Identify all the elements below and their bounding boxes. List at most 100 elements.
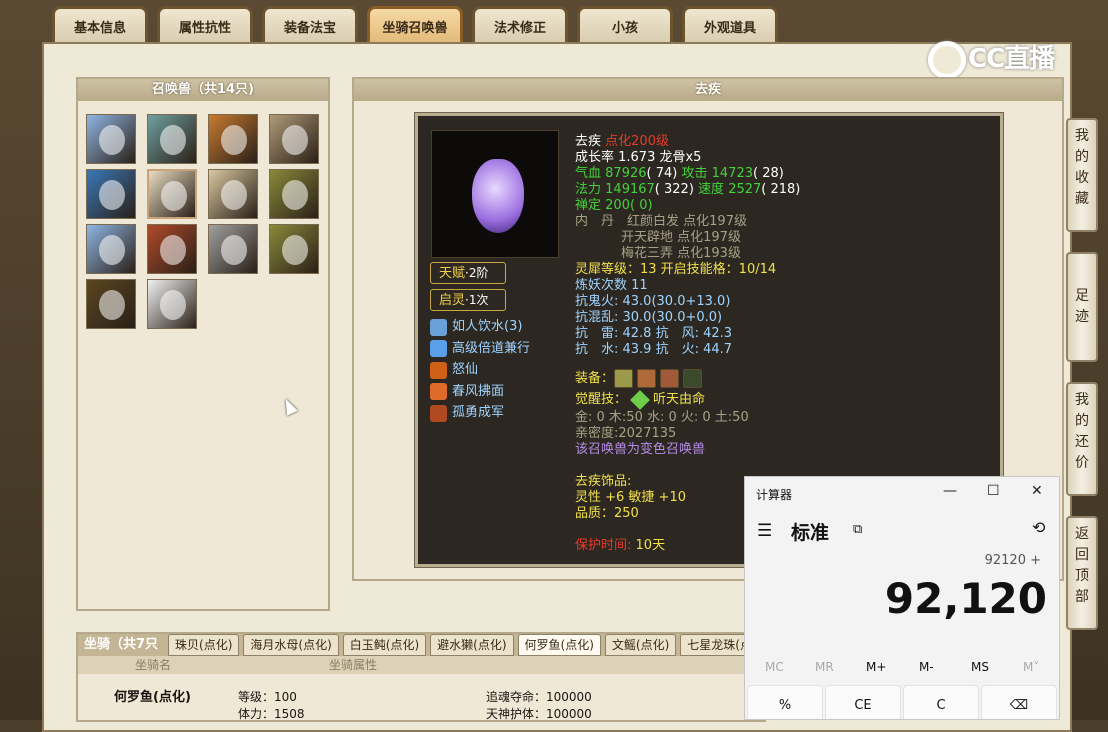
summon-avatar[interactable]: [269, 224, 319, 274]
tab-spell-correction[interactable]: 法术修正: [472, 6, 568, 44]
backspace-button[interactable]: ⌫: [981, 685, 1057, 719]
ce-button[interactable]: CE: [825, 685, 901, 719]
tab-basic-info[interactable]: 基本信息: [52, 6, 148, 44]
close-icon[interactable]: ✕: [1031, 483, 1043, 499]
m-minus-button[interactable]: M-: [919, 660, 934, 674]
skill-item[interactable]: 孤勇成军: [430, 403, 580, 423]
equip-label: 装备：: [575, 371, 615, 386]
top-tabs: 基本信息 属性抗性 装备法宝 坐骑召唤兽 法术修正 小孩 外观道具: [52, 6, 787, 46]
side-char: 回: [1075, 547, 1089, 563]
neidan-label: 内 丹: [575, 214, 615, 229]
mr-button[interactable]: MR: [815, 660, 834, 674]
equipment-slot-icon[interactable]: [614, 369, 634, 388]
mount-tab[interactable]: 文鳐(点化): [604, 634, 677, 656]
history-icon[interactable]: ⟲: [1032, 518, 1045, 537]
skill-item[interactable]: 怒仙: [430, 360, 580, 380]
mount-tab[interactable]: 避水獭(点化): [430, 634, 514, 656]
atk-value: 14723: [711, 166, 753, 181]
watermark-text: CC直播: [968, 44, 1055, 74]
summon-portrait-icon: [221, 180, 247, 210]
col-mount-name: 坐骑名: [134, 658, 171, 672]
side-char: 顶: [1075, 568, 1089, 584]
mount-tab[interactable]: 珠贝(点化): [168, 634, 240, 656]
mount-tab[interactable]: 白玉鲀(点化): [342, 634, 427, 656]
tab-equipment[interactable]: 装备法宝: [262, 6, 358, 44]
summon-portrait-icon: [221, 235, 247, 265]
talent-label: 天赋: [439, 266, 466, 281]
side-button-back-to-top[interactable]: 返回顶部: [1066, 516, 1098, 630]
mc-button[interactable]: MC: [765, 660, 784, 674]
mount-grade: 等级：100: [238, 690, 297, 704]
summon-level: 点化200级: [605, 134, 669, 149]
calculator-display: 92,120: [884, 574, 1047, 623]
tab-mounts-summons[interactable]: 坐骑召唤兽: [367, 6, 463, 44]
spd-value: 2527: [728, 182, 762, 197]
variant-note: 该召唤兽为变色召唤兽: [575, 442, 706, 457]
mount-table-header: 坐骑名 坐骑属性: [78, 656, 764, 674]
summon-avatar[interactable]: [86, 114, 136, 164]
col-mount-attr: 坐骑属性: [328, 658, 377, 672]
m-plus-button[interactable]: M+: [866, 660, 886, 674]
memory-list-button[interactable]: M˅: [1023, 660, 1039, 674]
resist-ghost-fire: 抗鬼火: 43.0(30.0+13.0): [575, 294, 731, 309]
side-char: 的: [1075, 413, 1089, 429]
mount-attr-1: 追魂夺命：100000: [486, 690, 592, 704]
speed-icon: [430, 340, 447, 357]
minimize-icon[interactable]: —: [943, 483, 957, 499]
awaken-skill: 听天由命: [653, 392, 706, 407]
protect-value: 10天: [635, 538, 666, 553]
awaken-value: ·1次: [465, 293, 489, 307]
summon-avatar[interactable]: [147, 114, 197, 164]
summon-avatar[interactable]: [269, 114, 319, 164]
summon-avatar[interactable]: [147, 169, 197, 219]
summon-portrait-icon: [282, 125, 308, 155]
tab-attributes[interactable]: 属性抗性: [157, 6, 253, 44]
summon-portrait-icon: [99, 290, 125, 320]
keep-on-top-icon[interactable]: ⧉: [853, 522, 862, 537]
summon-avatar[interactable]: [86, 169, 136, 219]
summon-avatar[interactable]: [208, 114, 258, 164]
awaken-badge[interactable]: 启灵·1次: [430, 289, 506, 311]
summon-list-panel: 召唤兽（共14只): [76, 77, 330, 611]
mount-tab[interactable]: 海月水母(点化): [243, 634, 339, 656]
side-button-footprint[interactable]: 足迹: [1066, 252, 1098, 362]
summon-avatar[interactable]: [147, 279, 197, 329]
summon-avatar[interactable]: [208, 224, 258, 274]
talent-badge[interactable]: 天赋·2阶: [430, 262, 506, 284]
maximize-icon[interactable]: ☐: [987, 483, 1000, 499]
neidan-1: 红颜白发 点化197级: [627, 214, 747, 229]
lianyao-count: 炼妖次数 11: [575, 278, 648, 293]
equipment-slot-icon[interactable]: [637, 369, 657, 388]
summon-avatar[interactable]: [269, 169, 319, 219]
summon-portrait-icon: [282, 180, 308, 210]
skill-name: 孤勇成军: [452, 405, 505, 420]
tab-appearance[interactable]: 外观道具: [682, 6, 778, 44]
skill-item[interactable]: 春风拂面: [430, 382, 580, 402]
summon-portrait-icon: [160, 125, 186, 155]
skill-item[interactable]: 如人饮水(3): [430, 317, 580, 337]
warrior-icon: [430, 404, 447, 422]
summon-avatar[interactable]: [208, 169, 258, 219]
resist-water-fire: 抗 水: 43.9 抗 火: 44.7: [575, 342, 733, 357]
mount-tab-active[interactable]: 何罗鱼(点化): [517, 634, 601, 656]
side-button-bargain[interactable]: 我的还价: [1066, 382, 1098, 496]
summon-avatar[interactable]: [86, 224, 136, 274]
summon-list-title: 召唤兽（共14只): [78, 79, 328, 101]
zen-value: 200: [605, 198, 630, 213]
menu-icon[interactable]: ☰: [757, 521, 772, 541]
ms-button[interactable]: MS: [971, 660, 989, 674]
equipment-slot-icon[interactable]: [683, 369, 703, 388]
water-icon: [430, 318, 447, 336]
equipment-slot-icon[interactable]: [660, 369, 680, 388]
skill-item[interactable]: 高级倍道兼行: [430, 339, 580, 359]
summon-avatar[interactable]: [147, 224, 197, 274]
summon-avatar[interactable]: [86, 279, 136, 329]
side-char: 足: [1075, 288, 1089, 304]
clear-button[interactable]: C: [903, 685, 979, 719]
side-button-favorites[interactable]: 我的收藏: [1066, 118, 1098, 232]
awaken-skill-icon: [630, 389, 650, 410]
summon-portrait-icon: [99, 235, 125, 265]
percent-button[interactable]: %: [747, 685, 823, 719]
hp-label: 气血: [575, 166, 602, 181]
tab-child[interactable]: 小孩: [577, 6, 673, 44]
